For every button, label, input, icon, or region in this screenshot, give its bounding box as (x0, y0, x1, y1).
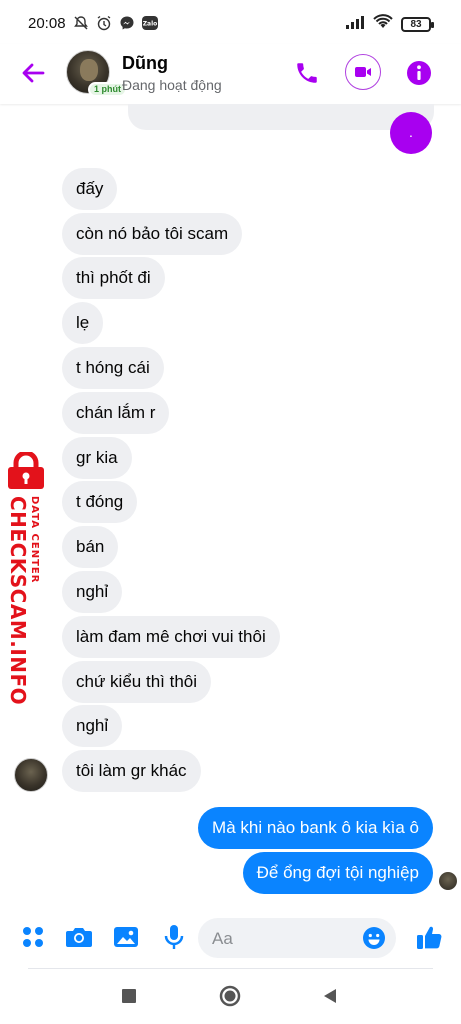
contact-status: Đang hoạt động (122, 77, 222, 93)
incoming-message[interactable]: đấy (62, 168, 118, 210)
lock-icon (6, 450, 46, 490)
incoming-message[interactable]: còn nó bảo tôi scam (62, 213, 243, 255)
incoming-message[interactable]: lẹ (62, 302, 104, 344)
message-composer: Aa (0, 908, 461, 970)
status-time: 20:08 (28, 15, 66, 32)
incoming-message[interactable]: tôi làm gr khác (62, 750, 201, 792)
svg-text:Zalo: Zalo (143, 21, 158, 28)
checkscam-watermark: CHECKSCAM.INFO DATA CENTER (2, 450, 50, 705)
mic-icon[interactable] (159, 922, 189, 952)
emoji-icon[interactable] (362, 926, 386, 950)
outgoing-message[interactable]: Để ổng đợi tội nghiệp (242, 852, 433, 894)
watermark-main-text: CHECKSCAM.INFO (6, 496, 30, 706)
gallery-icon[interactable] (111, 922, 141, 952)
info-button[interactable] (402, 56, 436, 90)
incoming-message[interactable]: làm đam mê chơi vui thôi (62, 616, 280, 658)
video-call-button[interactable] (345, 54, 381, 90)
incoming-message[interactable]: nghỉ (62, 705, 123, 747)
zalo-icon: Zalo (141, 14, 159, 32)
signal-icon (345, 15, 365, 34)
divider (28, 968, 433, 969)
watermark-sub-text: DATA CENTER (29, 496, 40, 584)
phone-call-button[interactable] (290, 56, 324, 90)
outgoing-message[interactable]: Mà khi nào bank ô kia kìa ô (198, 807, 433, 849)
previous-message-bubble (128, 104, 434, 130)
wifi-icon (373, 14, 393, 35)
outgoing-dot-message[interactable]: . (390, 112, 432, 154)
contact-name[interactable]: Dũng (122, 53, 168, 74)
system-navigation-bar (0, 970, 461, 1024)
like-icon[interactable] (414, 922, 444, 952)
video-camera-icon (355, 67, 371, 77)
home-button[interactable] (218, 984, 242, 1008)
seen-receipt-avatar (439, 872, 457, 890)
battery-icon: 83 (401, 17, 434, 32)
incoming-message[interactable]: chứ kiểu thì thôi (62, 661, 212, 703)
message-list[interactable]: . đấy còn nó bảo tôi scam thì phốt đi lẹ… (0, 104, 461, 904)
incoming-message[interactable]: thì phốt đi (62, 257, 165, 299)
incoming-message[interactable]: t đóng (62, 481, 138, 523)
recents-button[interactable] (117, 984, 141, 1008)
camera-icon[interactable] (64, 922, 94, 952)
sender-avatar[interactable] (14, 758, 48, 792)
messenger-icon (118, 14, 136, 32)
menu-icon[interactable] (18, 922, 48, 952)
alarm-icon (95, 14, 113, 32)
incoming-message[interactable]: t hóng cái (62, 347, 164, 389)
incoming-message[interactable]: bán (62, 526, 119, 568)
square-icon (122, 989, 136, 1003)
incoming-message[interactable]: gr kia (62, 437, 132, 479)
incoming-message[interactable]: chán lắm r (62, 392, 170, 434)
phone-icon (297, 63, 317, 83)
incoming-message[interactable]: nghỉ (62, 571, 123, 613)
info-icon (407, 61, 431, 85)
status-system-icons: 83 (345, 14, 434, 35)
message-input[interactable]: Aa (198, 918, 396, 958)
chat-header: 1 phút Dũng Đang hoạt động (0, 44, 461, 104)
status-bar: 20:08 Zalo 83 (0, 0, 461, 48)
status-notification-icons: Zalo (72, 14, 159, 32)
circle-icon (219, 985, 241, 1007)
contact-avatar[interactable]: 1 phút (66, 50, 127, 97)
mute-icon (72, 14, 90, 32)
back-arrow-icon[interactable] (18, 58, 48, 88)
input-placeholder: Aa (212, 929, 233, 948)
back-button[interactable] (318, 984, 342, 1008)
watermark-text: CHECKSCAM.INFO DATA CENTER (2, 496, 42, 705)
triangle-back-icon (324, 989, 336, 1003)
